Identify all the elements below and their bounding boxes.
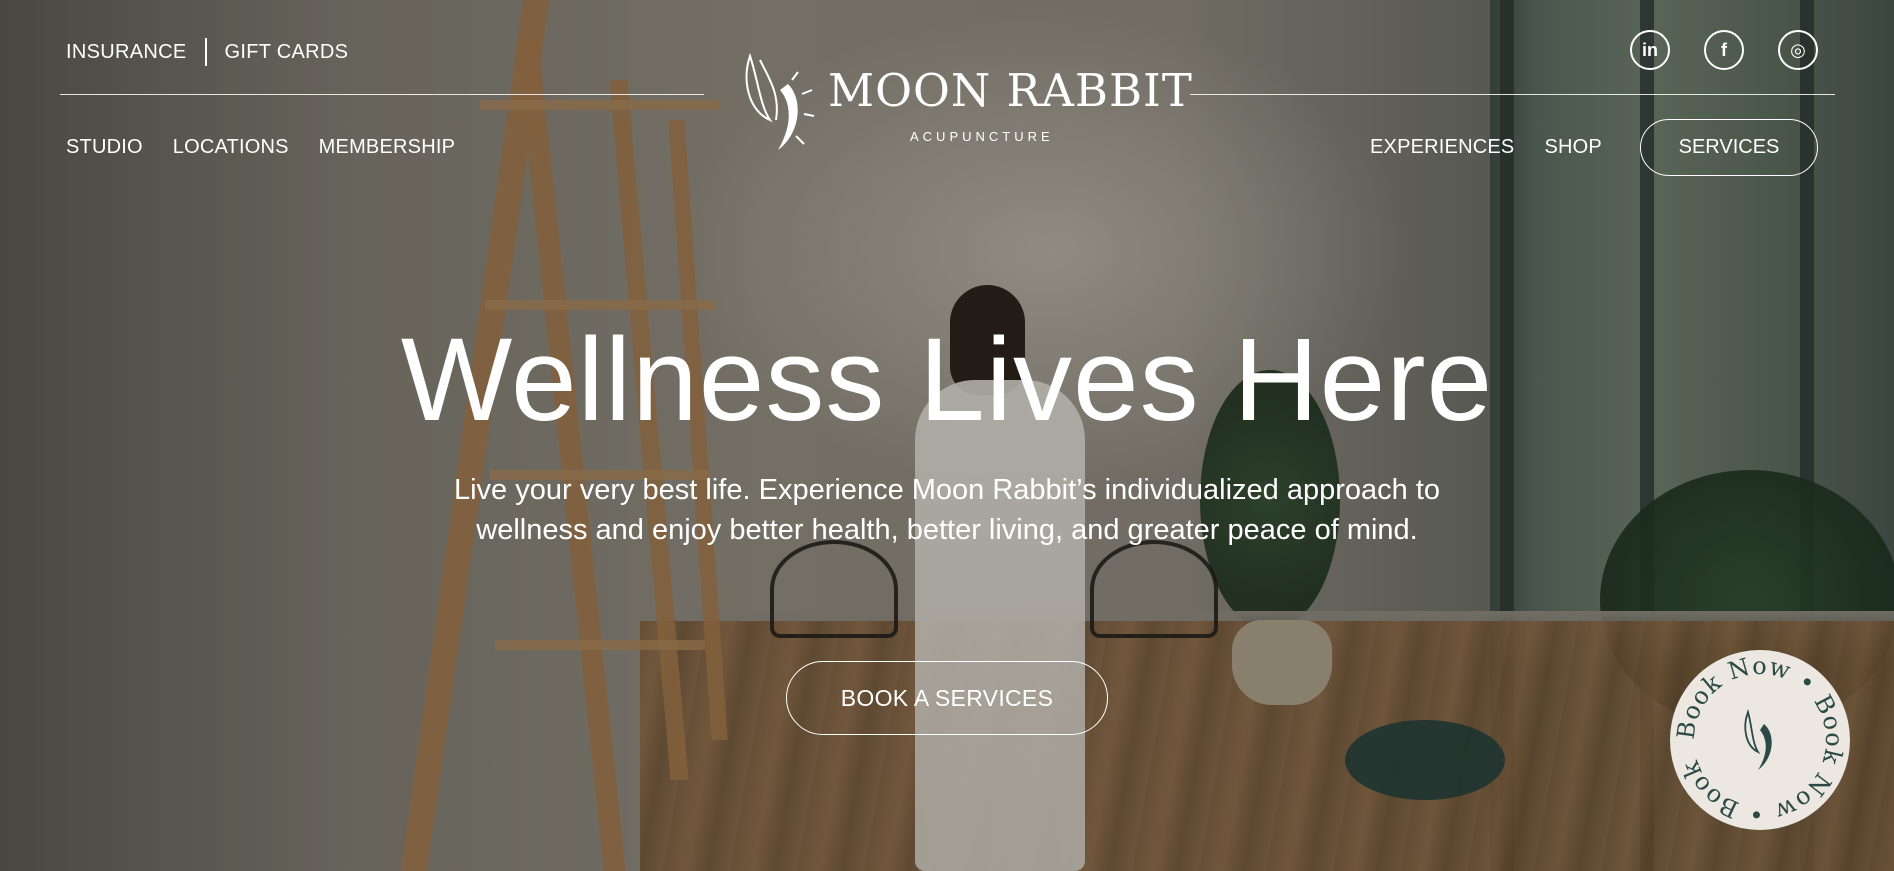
insurance-link[interactable]: INSURANCE — [66, 41, 187, 64]
book-now-badge[interactable]: Book Now • Book Now • Book Now • — [1659, 628, 1850, 830]
header-rule-right — [1190, 94, 1835, 95]
hero-subtext: Live your very best life. Experience Moo… — [453, 474, 1440, 546]
header-rule-left — [60, 94, 704, 95]
book-now-badge-text: Book Now • Book Now • Book Now • — [1659, 628, 1847, 828]
facebook-icon[interactable]: f — [1704, 30, 1744, 70]
utility-links: INSURANCE GIFT CARDS — [66, 38, 348, 66]
nav-shop[interactable]: SHOP — [1544, 136, 1601, 159]
instagram-icon[interactable]: ◎ — [1778, 30, 1818, 70]
gift-cards-link[interactable]: GIFT CARDS — [225, 41, 349, 64]
logo-subtitle: ACUPUNCTURE — [910, 129, 1054, 144]
nav-experiences[interactable]: EXPERIENCES — [1370, 136, 1514, 159]
nav-membership[interactable]: MEMBERSHIP — [319, 136, 455, 159]
book-services-button[interactable]: BOOK A SERVICES — [786, 661, 1108, 735]
nav-right: EXPERIENCES SHOP — [1370, 136, 1632, 159]
linkedin-icon[interactable]: in — [1630, 30, 1670, 70]
hero-headline: Wellness Lives Here — [400, 314, 1494, 446]
svg-text:Book Now • Book Now • Book Now: Book Now • Book Now • Book Now • — [1670, 650, 1848, 828]
services-button[interactable]: SERVICES — [1640, 119, 1818, 176]
nav-left: STUDIO LOCATIONS MEMBERSHIP — [66, 136, 485, 159]
divider — [204, 38, 207, 66]
nav-locations[interactable]: LOCATIONS — [173, 136, 289, 159]
logo-wordmark: MOON RABBIT — [828, 64, 1193, 117]
nav-studio[interactable]: STUDIO — [66, 136, 143, 159]
book-now-badge-icon: Book Now • Book Now • Book Now • — [1659, 628, 1848, 828]
